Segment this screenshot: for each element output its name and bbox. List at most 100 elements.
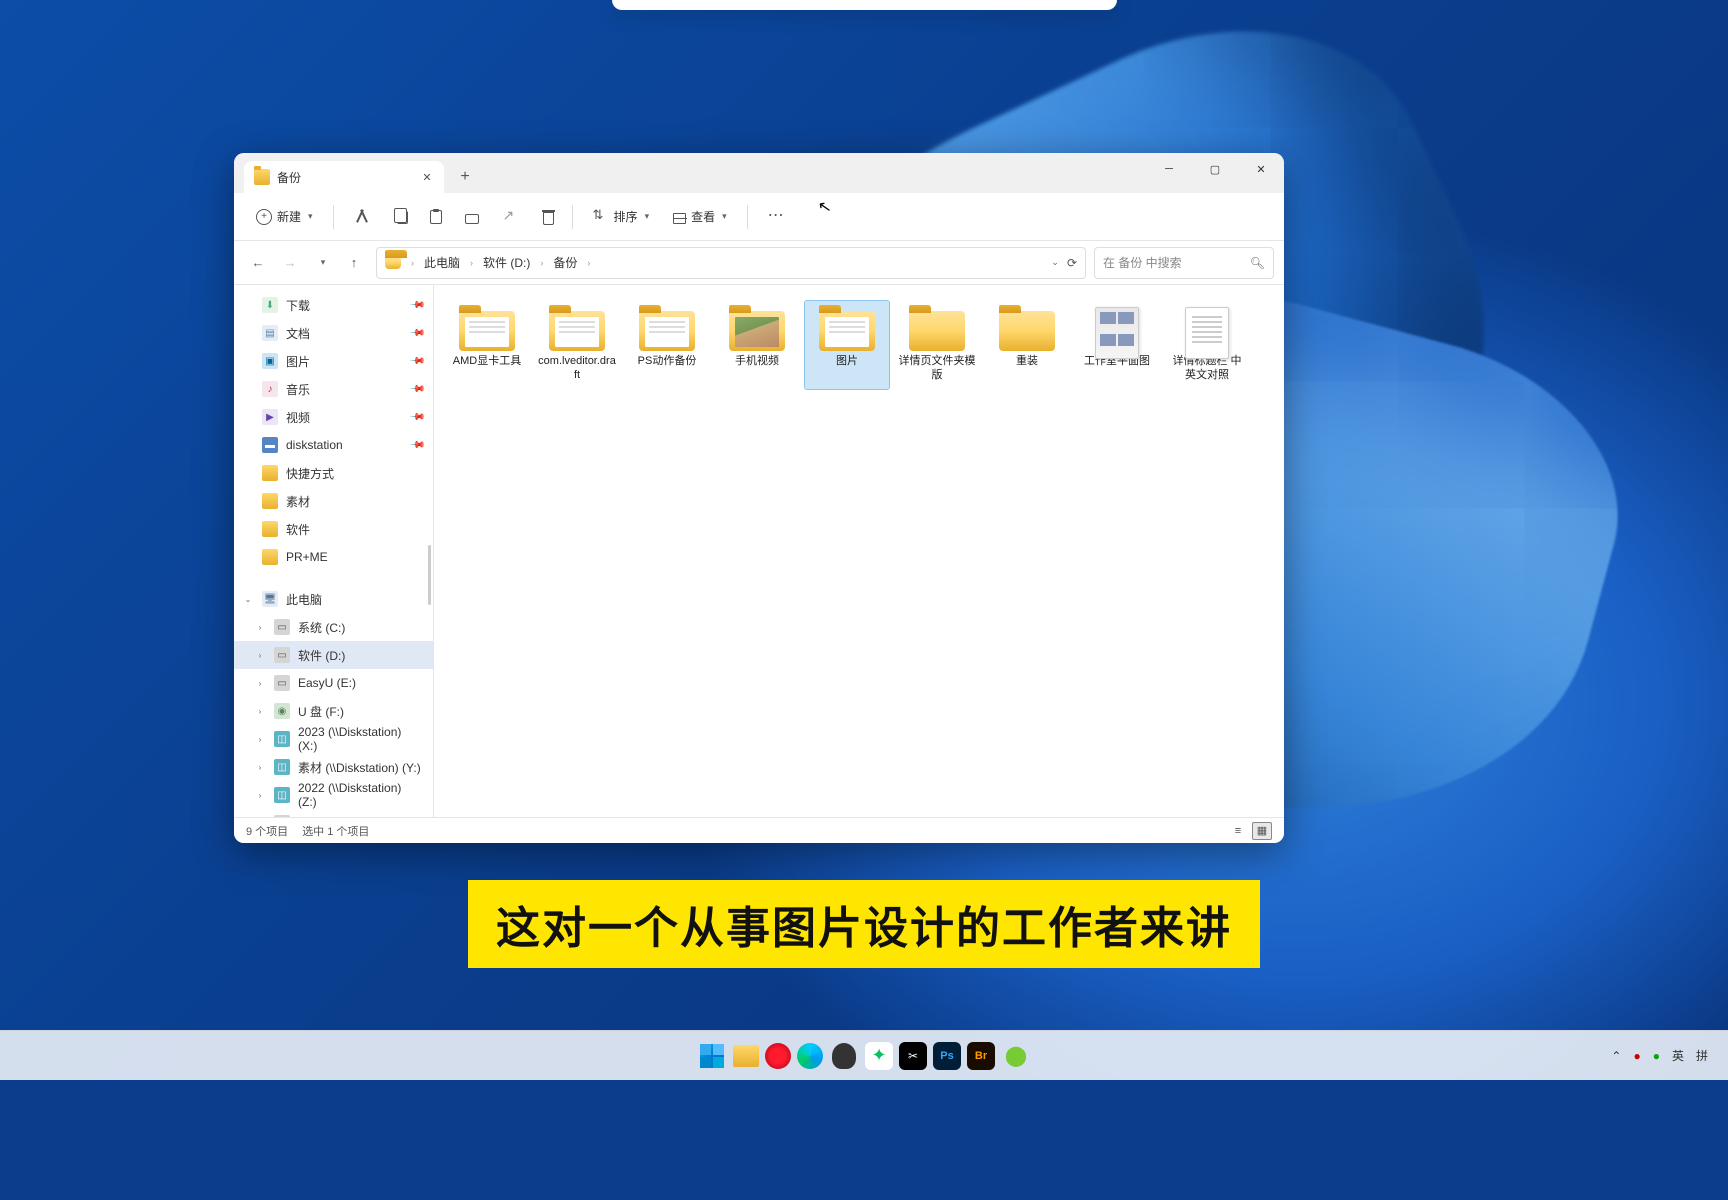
pc-icon: 🖥 <box>262 591 278 607</box>
cut-button[interactable] <box>344 200 380 234</box>
minimize-button[interactable]: ─ <box>1146 153 1192 185</box>
sidebar-item-drive[interactable]: ›▭EasyU (E:) <box>234 809 433 817</box>
forward-button[interactable]: → <box>276 249 304 277</box>
close-tab-icon[interactable]: ✕ <box>420 170 434 184</box>
file-item[interactable]: 重装 <box>984 300 1070 390</box>
sort-button[interactable]: 排序 ▾ <box>583 200 660 234</box>
disk-icon: ▬ <box>262 437 278 453</box>
sidebar-item-drive[interactable]: ›◉U 盘 (F:) <box>234 697 433 725</box>
sidebar-item[interactable]: ▬diskstation📌 <box>234 431 433 459</box>
sidebar-item-drive[interactable]: ›▭EasyU (E:) <box>234 669 433 697</box>
paste-button[interactable] <box>419 200 451 234</box>
sidebar-item-drive[interactable]: ›▭软件 (D:) <box>234 641 433 669</box>
taskbar: ✦ ✂ Ps Br ⬤ ⌃ ● ● 英 拼 <box>0 1030 1728 1080</box>
window-tab[interactable]: 备份 ✕ <box>244 161 444 193</box>
ime-indicator[interactable]: 英 <box>1672 1047 1684 1064</box>
sidebar-item[interactable]: ▣图片📌 <box>234 347 433 375</box>
copy-icon <box>397 211 408 224</box>
share-icon <box>503 210 517 224</box>
file-explorer-window: 备份 ✕ + ─ ▢ ✕ 新建 ▾ 排序 ▾ 查看 ▾ <box>234 153 1284 843</box>
pin-icon: 📌 <box>408 437 425 454</box>
chevron-right-icon[interactable]: › <box>254 735 266 744</box>
icon-view-button[interactable]: ▦ <box>1252 822 1272 840</box>
file-item[interactable]: PS动作备份 <box>624 300 710 390</box>
file-item[interactable]: 详情标题栏 中英文对照 <box>1164 300 1250 390</box>
tray-icon[interactable]: ● <box>1653 1049 1660 1063</box>
up-button[interactable]: ↑ <box>340 249 368 277</box>
new-button[interactable]: 新建 ▾ <box>246 200 323 234</box>
tray-chevron-icon[interactable]: ⌃ <box>1611 1049 1621 1063</box>
list-view-button[interactable]: ≡ <box>1228 822 1248 840</box>
top-popup-remnant <box>612 0 1117 10</box>
chevron-right-icon[interactable]: › <box>254 651 266 660</box>
file-item[interactable]: com.lveditor.draft <box>534 300 620 390</box>
taskbar-app-qq[interactable] <box>829 1041 859 1071</box>
sidebar-item[interactable]: ▤文档📌 <box>234 319 433 347</box>
recent-button[interactable]: ▾ <box>308 249 336 277</box>
back-button[interactable]: ← <box>244 249 272 277</box>
content-area[interactable]: AMD显卡工具com.lveditor.draftPS动作备份手机视频图片详情页… <box>434 285 1284 817</box>
tray-icon[interactable]: ● <box>1633 1049 1640 1063</box>
chevron-right-icon[interactable]: › <box>254 791 266 800</box>
more-button[interactable] <box>758 200 794 234</box>
breadcrumb-item[interactable]: 软件 (D:) <box>479 252 534 273</box>
view-button[interactable]: 查看 ▾ <box>663 200 737 234</box>
folder-icon <box>549 311 605 351</box>
sidebar-item[interactable]: ♪音乐📌 <box>234 375 433 403</box>
chevron-right-icon[interactable]: › <box>254 623 266 632</box>
sidebar-item-drive[interactable]: ›◫素材 (\\Diskstation) (Y:) <box>234 753 433 781</box>
search-input[interactable]: 在 备份 中搜索 🔍︎ <box>1094 247 1274 279</box>
breadcrumb-item[interactable]: 备份 <box>549 252 581 273</box>
taskbar-app-wechat[interactable]: ✦ <box>865 1042 893 1070</box>
file-item[interactable]: 手机视频 <box>714 300 800 390</box>
close-button[interactable]: ✕ <box>1238 153 1284 185</box>
taskbar-app-capcut[interactable]: ✂ <box>899 1042 927 1070</box>
chevron-right-icon: › <box>587 258 590 268</box>
sidebar-item-pc[interactable]: ⌄🖥此电脑 <box>234 585 433 613</box>
taskbar-app-edge[interactable] <box>797 1043 823 1069</box>
maximize-button[interactable]: ▢ <box>1192 153 1238 185</box>
sidebar-item[interactable]: ▶视频📌 <box>234 403 433 431</box>
new-tab-button[interactable]: + <box>450 162 480 192</box>
system-tray[interactable]: ⌃ ● ● 英 拼 <box>1611 1047 1708 1064</box>
breadcrumb[interactable]: › 此电脑 › 软件 (D:) › 备份 › ⌄ ⟳ <box>376 247 1086 279</box>
sidebar-item-drive[interactable]: ›◫2023 (\\Diskstation) (X:) <box>234 725 433 753</box>
file-item[interactable]: 工作室平面图 <box>1074 300 1160 390</box>
sidebar-item-drive[interactable]: ›▭系统 (C:) <box>234 613 433 641</box>
ime-indicator[interactable]: 拼 <box>1696 1047 1708 1064</box>
sidebar-item[interactable]: PR+ME <box>234 543 433 571</box>
copy-button[interactable] <box>384 200 415 234</box>
pin-icon: 📌 <box>408 297 425 314</box>
chevron-right-icon[interactable]: › <box>254 679 266 688</box>
dropdown-icon[interactable]: ⌄ <box>1051 257 1059 268</box>
taskbar-app-generic[interactable]: ⬤ <box>1001 1041 1031 1071</box>
sidebar-item[interactable]: 素材 <box>234 487 433 515</box>
selection-count: 选中 1 个项目 <box>302 823 369 839</box>
sidebar-item-drive[interactable]: ›◫2022 (\\Diskstation) (Z:) <box>234 781 433 809</box>
chevron-down-icon[interactable]: ⌄ <box>242 595 254 604</box>
item-label: 重装 <box>1016 355 1038 369</box>
sidebar-item[interactable]: ⬇下载📌 <box>234 291 433 319</box>
taskbar-app-bridge[interactable]: Br <box>967 1042 995 1070</box>
refresh-button[interactable]: ⟳ <box>1067 256 1077 270</box>
delete-button[interactable] <box>531 200 562 234</box>
tab-title: 备份 <box>277 169 301 186</box>
file-item[interactable]: AMD显卡工具 <box>444 300 530 390</box>
taskbar-app-explorer[interactable] <box>733 1045 759 1067</box>
file-item[interactable]: 详情页文件夹模版 <box>894 300 980 390</box>
taskbar-app-opera[interactable] <box>765 1043 791 1069</box>
taskbar-app-photoshop[interactable]: Ps <box>933 1042 961 1070</box>
rename-button[interactable] <box>455 200 489 234</box>
file-item[interactable]: 图片 <box>804 300 890 390</box>
share-button[interactable] <box>493 200 527 234</box>
sidebar-item[interactable]: 软件 <box>234 515 433 543</box>
sidebar: ⬇下载📌▤文档📌▣图片📌♪音乐📌▶视频📌▬diskstation📌快捷方式素材软… <box>234 285 434 817</box>
chevron-down-icon: ▾ <box>645 211 650 222</box>
chevron-right-icon[interactable]: › <box>254 707 266 716</box>
start-button[interactable] <box>697 1041 727 1071</box>
sidebar-item[interactable]: 快捷方式 <box>234 459 433 487</box>
search-icon: 🔍︎ <box>1250 256 1265 270</box>
breadcrumb-item[interactable]: 此电脑 <box>420 252 464 273</box>
folder-icon <box>639 311 695 351</box>
chevron-right-icon[interactable]: › <box>254 763 266 772</box>
